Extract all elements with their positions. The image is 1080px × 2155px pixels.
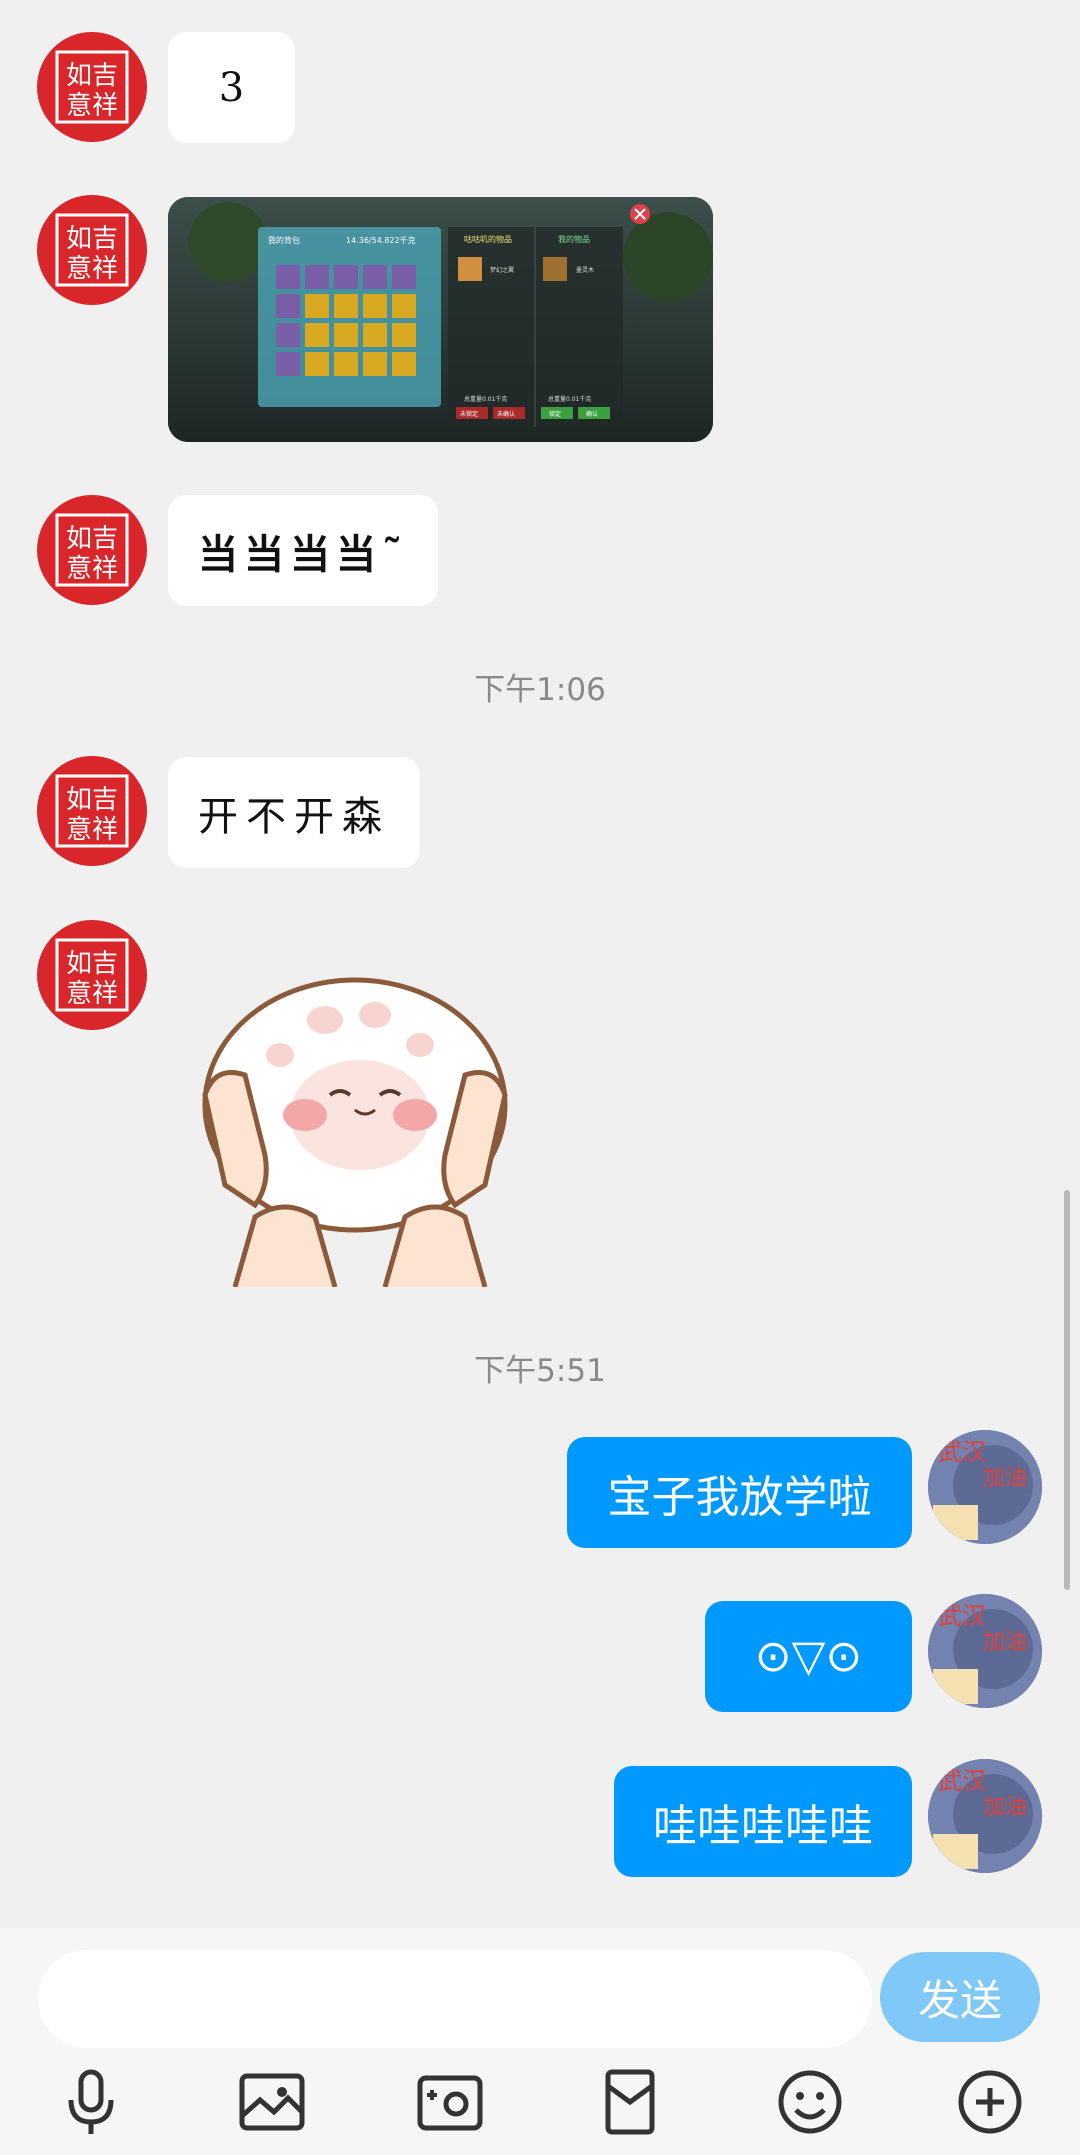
received-message[interactable]: 当当当当˜ bbox=[168, 495, 438, 606]
message-text: 3 bbox=[218, 64, 245, 111]
wuhan-jiayou-avatar-icon: 武汉 加油 bbox=[928, 1430, 1042, 1544]
emoji-icon[interactable] bbox=[774, 2066, 846, 2138]
svg-text:意祥: 意祥 bbox=[66, 91, 118, 121]
microphone-icon[interactable] bbox=[55, 2066, 127, 2138]
contact-avatar[interactable]: 如吉 意祥 bbox=[37, 32, 147, 142]
seal-avatar-icon: 如吉 意祥 bbox=[39, 34, 145, 140]
contact-avatar[interactable]: 如吉 意祥 bbox=[37, 195, 147, 305]
chat-scrollbar[interactable] bbox=[1064, 1190, 1070, 1590]
red-packet-icon[interactable] bbox=[594, 2066, 666, 2138]
contact-avatar[interactable]: 如吉 意祥 bbox=[37, 756, 147, 866]
received-message[interactable]: 3 bbox=[168, 32, 295, 143]
svg-text:确认: 确认 bbox=[586, 410, 598, 418]
received-message[interactable]: 开不开森 bbox=[168, 757, 420, 868]
contact-avatar[interactable]: 如吉 意祥 bbox=[37, 920, 147, 1030]
image-message[interactable]: 我的背包 14.36/54.822千克 咕咕叽的物品 我的物品 梦幻之翼 墨灵木… bbox=[168, 197, 713, 442]
happy-bun-sticker-icon bbox=[202, 977, 508, 1288]
svg-text:梦幻之翼: 梦幻之翼 bbox=[490, 266, 514, 274]
panel-title: 我的背包 bbox=[268, 235, 300, 245]
svg-text:未锁定: 未锁定 bbox=[460, 410, 478, 418]
svg-text:加油: 加油 bbox=[983, 1466, 1027, 1491]
svg-text:武汉: 武汉 bbox=[938, 1438, 986, 1466]
my-avatar[interactable]: 武汉 加油 bbox=[928, 1759, 1042, 1873]
wuhan-jiayou-avatar-icon: 武汉 加油 bbox=[928, 1759, 1042, 1873]
seal-avatar-icon: 如吉 意祥 bbox=[39, 758, 145, 864]
svg-text:我的物品: 我的物品 bbox=[558, 234, 590, 244]
svg-text:加油: 加油 bbox=[983, 1630, 1027, 1655]
svg-text:如吉: 如吉 bbox=[66, 61, 118, 91]
sent-message[interactable]: 宝子我放学啦 bbox=[567, 1437, 912, 1548]
svg-text:如吉: 如吉 bbox=[66, 524, 118, 554]
message-text: ⊙▽⊙ bbox=[754, 1631, 863, 1682]
svg-text:意祥: 意祥 bbox=[66, 815, 118, 845]
svg-text:总重量0.01千克: 总重量0.01千克 bbox=[548, 395, 591, 403]
seal-avatar-icon: 如吉 意祥 bbox=[39, 197, 145, 303]
sent-message[interactable]: ⊙▽⊙ bbox=[705, 1601, 912, 1712]
svg-text:总重量0.01千克: 总重量0.01千克 bbox=[464, 395, 507, 403]
message-text: 哇哇哇哇哇 bbox=[653, 1800, 873, 1852]
image-icon[interactable] bbox=[236, 2066, 308, 2138]
sticker-message[interactable] bbox=[185, 965, 533, 1288]
svg-text:未确认: 未确认 bbox=[497, 410, 515, 418]
svg-text:加油: 加油 bbox=[983, 1795, 1027, 1820]
svg-text:锁定: 锁定 bbox=[549, 410, 561, 418]
message-text: 当当当当˜ bbox=[198, 530, 408, 578]
message-input[interactable] bbox=[38, 1950, 872, 2048]
sent-message[interactable]: 哇哇哇哇哇 bbox=[614, 1766, 912, 1877]
plus-icon[interactable] bbox=[954, 2066, 1026, 2138]
seal-avatar-icon: 如吉 意祥 bbox=[39, 922, 145, 1028]
svg-text:如吉: 如吉 bbox=[66, 949, 118, 979]
timestamp: 下午1:06 bbox=[474, 672, 606, 708]
send-button[interactable]: 发送 bbox=[880, 1952, 1040, 2042]
svg-text:如吉: 如吉 bbox=[66, 224, 118, 254]
contact-avatar[interactable]: 如吉 意祥 bbox=[37, 495, 147, 605]
svg-text:武汉: 武汉 bbox=[938, 1602, 986, 1630]
svg-text:咕咕叽的物品: 咕咕叽的物品 bbox=[464, 234, 512, 244]
svg-text:如吉: 如吉 bbox=[66, 785, 118, 815]
svg-text:14.36/54.822千克: 14.36/54.822千克 bbox=[346, 235, 416, 245]
camera-icon[interactable] bbox=[414, 2066, 486, 2138]
my-avatar[interactable]: 武汉 加油 bbox=[928, 1430, 1042, 1544]
seal-avatar-icon: 如吉 意祥 bbox=[39, 497, 145, 603]
svg-text:意祥: 意祥 bbox=[66, 554, 118, 584]
message-text: 宝子我放学啦 bbox=[607, 1471, 872, 1523]
svg-text:意祥: 意祥 bbox=[66, 979, 118, 1009]
game-trade-screenshot: 我的背包 14.36/54.822千克 咕咕叽的物品 我的物品 梦幻之翼 墨灵木… bbox=[168, 197, 713, 442]
my-avatar[interactable]: 武汉 加油 bbox=[928, 1594, 1042, 1708]
message-text: 开不开森 bbox=[198, 793, 390, 840]
svg-text:意祥: 意祥 bbox=[66, 254, 118, 284]
wuhan-jiayou-avatar-icon: 武汉 加油 bbox=[928, 1594, 1042, 1708]
svg-text:武汉: 武汉 bbox=[938, 1767, 986, 1795]
svg-text:墨灵木: 墨灵木 bbox=[576, 266, 594, 274]
timestamp: 下午5:51 bbox=[474, 1353, 606, 1389]
